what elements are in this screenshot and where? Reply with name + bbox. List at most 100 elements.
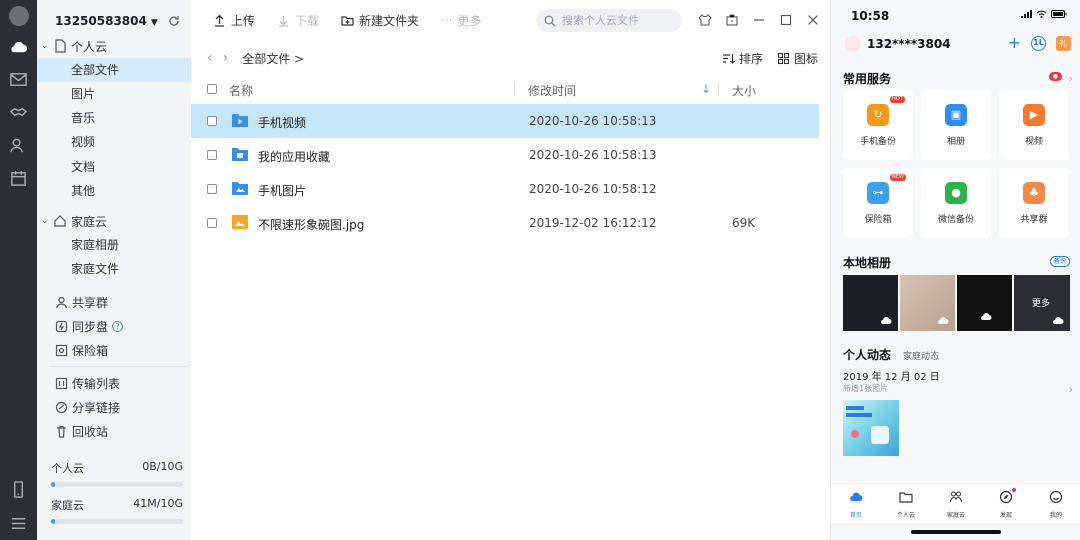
service-share-group[interactable]: ♣ 共享群 [999, 168, 1069, 238]
service-album[interactable]: ▣ 相册 [921, 90, 991, 160]
close-icon[interactable] [806, 13, 820, 27]
select-all-checkbox[interactable] [207, 84, 217, 94]
search-box[interactable] [536, 9, 682, 32]
left-rail [0, 0, 37, 540]
chevron-right-icon[interactable]: › [1069, 72, 1073, 85]
tab-personal-activity[interactable]: 个人动态 [843, 346, 891, 363]
table-row[interactable]: 手机图片 2020-10-26 10:58:12 [191, 172, 819, 206]
group-personal-cloud[interactable]: ⌄ 个人云 [37, 35, 191, 57]
column-modified-time[interactable]: 修改时间 [528, 82, 576, 99]
video-icon: ▶ [1023, 104, 1045, 126]
table-row[interactable]: 手机视频 2020-10-26 10:58:13 [191, 104, 819, 138]
row-checkbox[interactable] [207, 116, 217, 126]
chevron-down-icon: ⌄ [41, 41, 49, 51]
sidebar-item-documents[interactable]: 文档 [37, 155, 191, 179]
promo-badge[interactable]: ● [1048, 72, 1062, 81]
sort-desc-icon[interactable]: ↓ [701, 82, 711, 96]
activity-thumbnail[interactable] [843, 400, 899, 456]
sidebar-item-music[interactable]: 音乐 [37, 106, 191, 130]
new-folder-button[interactable]: 新建文件夹 [341, 12, 419, 29]
cloud-icon[interactable] [9, 38, 28, 57]
group-family-cloud[interactable]: ⌄ 家庭云 [37, 210, 191, 232]
smile-icon [1049, 490, 1063, 504]
refresh-icon[interactable] [167, 14, 181, 28]
album-photo[interactable] [900, 275, 955, 331]
column-separator [718, 82, 719, 96]
mobile-icon[interactable] [9, 480, 28, 499]
account-selector[interactable]: 13250583804 ▼ [55, 14, 158, 28]
add-icon[interactable]: + [1008, 35, 1021, 51]
help-icon[interactable]: ? [112, 320, 124, 332]
service-safe-box[interactable]: ⊶ NEW 保险箱 [843, 168, 913, 238]
cloud-icon [981, 313, 992, 320]
storage-bar [51, 482, 183, 487]
sidebar-item-recycle-bin[interactable]: 回收站 [37, 420, 191, 442]
cloud-icon [938, 317, 949, 324]
breadcrumb[interactable]: 全部文件 > [242, 50, 304, 67]
service-video[interactable]: ▶ 视频 [999, 90, 1069, 160]
sidebar-item-sync-disk[interactable]: 同步盘 ? [37, 315, 191, 337]
recycle-bin-label: 回收站 [72, 424, 109, 439]
backup-button[interactable]: 备份 [1049, 256, 1070, 267]
sidebar-item-pictures[interactable]: 图片 [37, 82, 191, 106]
sidebar-item-videos[interactable]: 视频 [37, 130, 191, 154]
mail-icon[interactable] [9, 70, 28, 89]
gift-icon[interactable]: 礼 [1056, 35, 1071, 51]
minimize-icon[interactable] [752, 13, 766, 27]
transfer-list-label: 传输列表 [72, 376, 121, 391]
icon-view-button[interactable]: 图标 [777, 50, 818, 67]
file-name: 不限速形象碗图.jpg [258, 218, 365, 232]
user-avatar[interactable] [9, 6, 29, 26]
phone-number: 132****3804 [867, 37, 951, 51]
maximize-icon[interactable] [779, 13, 793, 27]
album-photo[interactable] [957, 275, 1012, 331]
video-folder-icon [232, 114, 248, 127]
compass-icon [999, 490, 1013, 504]
table-row[interactable]: 不限速形象碗图.jpg 2019-12-02 16:12:12 69K [191, 206, 819, 240]
sort-icon [722, 54, 735, 64]
handshake-icon[interactable] [9, 103, 28, 122]
table-row[interactable]: 我的应用收藏 2020-10-26 10:58:13 [191, 138, 819, 172]
forward-icon[interactable]: › [223, 50, 229, 66]
album-more[interactable]: 更多 [1014, 275, 1070, 331]
storage-bar [51, 519, 183, 524]
avatar[interactable] [845, 36, 861, 52]
more-button[interactable]: ··· 更多 [441, 12, 481, 29]
contacts-icon[interactable] [9, 136, 28, 155]
share-group-label: 共享群 [72, 295, 109, 310]
column-name[interactable]: 名称 [229, 82, 253, 99]
service-phone-backup[interactable]: ↻ HOT 手机备份 [843, 90, 913, 160]
sidebar-item-other[interactable]: 其他 [37, 179, 191, 203]
sidebar-item-share-group[interactable]: 共享群 [37, 291, 191, 313]
upload-button[interactable]: 上传 [213, 12, 255, 29]
sidebar-item-safe-box[interactable]: 保险箱 [37, 339, 191, 361]
sort-button[interactable]: 排序 [722, 50, 763, 67]
back-icon[interactable]: ‹ [207, 50, 213, 66]
skin-icon[interactable] [698, 13, 712, 27]
calendar-icon[interactable] [9, 169, 28, 188]
sidebar-item-family-album[interactable]: 家庭相册 [37, 233, 191, 257]
menu-icon[interactable] [9, 514, 28, 533]
nav-personal-cloud[interactable]: 个人云 [881, 484, 931, 523]
row-checkbox[interactable] [207, 150, 217, 160]
toolbox-icon[interactable] [725, 13, 739, 27]
row-checkbox[interactable] [207, 184, 217, 194]
column-size[interactable]: 大小 [732, 82, 756, 99]
download-button[interactable]: 下载 [277, 12, 319, 29]
row-checkbox[interactable] [207, 218, 217, 228]
nav-home[interactable]: 首页 [831, 484, 881, 523]
sidebar-item-share-links[interactable]: 分享链接 [37, 396, 191, 418]
membership-icon[interactable]: 1L [1031, 35, 1046, 51]
album-photo[interactable] [843, 275, 898, 331]
service-wechat-backup[interactable]: ● 微信备份 [921, 168, 991, 238]
service-tag: NEW [890, 174, 906, 181]
sidebar-item-transfer-list[interactable]: 传输列表 [37, 372, 191, 394]
nav-discover[interactable]: 发现 [981, 484, 1031, 523]
sidebar-item-all-files[interactable]: 全部文件 [37, 58, 191, 82]
nav-mine[interactable]: 我的 [1031, 484, 1080, 523]
search-input[interactable] [562, 14, 672, 27]
nav-family-cloud[interactable]: 家庭云 [931, 484, 981, 523]
tab-family-activity[interactable]: 家庭动态 [903, 349, 939, 362]
sidebar-item-family-files[interactable]: 家庭文件 [37, 257, 191, 281]
chevron-right-icon[interactable]: › [1069, 383, 1073, 396]
